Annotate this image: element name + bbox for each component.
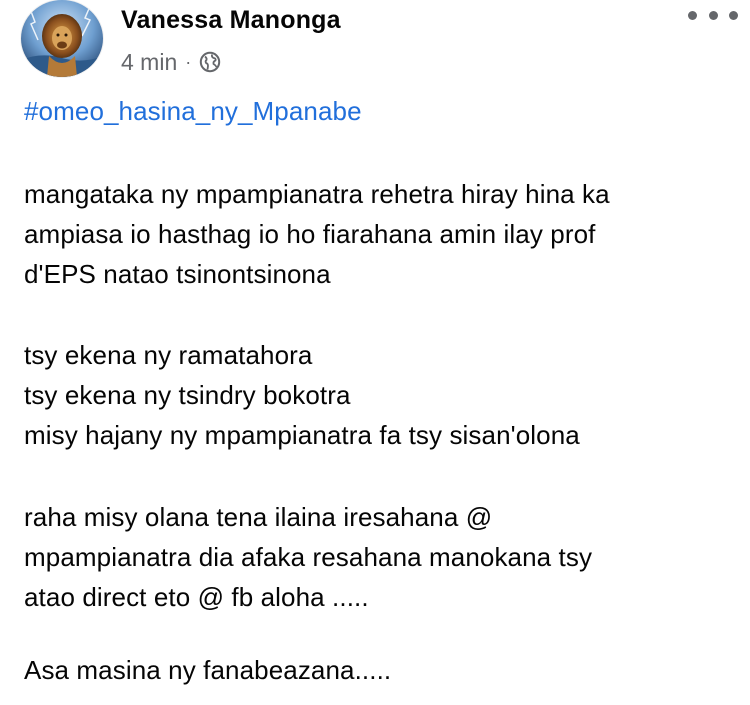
hashtag-link[interactable]: #omeo_hasina_ny_Mpanabe: [24, 96, 362, 127]
post-text-line: tsy ekena ny ramatahora: [24, 340, 313, 370]
post-timestamp[interactable]: 4 min: [121, 49, 177, 76]
more-options-icon[interactable]: [688, 0, 738, 30]
post-text-line: raha misy olana tena ilaina iresahana @: [24, 502, 493, 532]
post-meta: 4 min ·: [121, 47, 221, 77]
author-name[interactable]: Vanessa Manonga: [121, 6, 341, 35]
post-text-line: Asa masina ny fanabeazana.....: [24, 655, 392, 685]
post-paragraph: tsy ekena ny ramatahora tsy ekena ny tsi…: [24, 335, 580, 455]
post-text-line: misy hajany ny mpampianatra fa tsy sisan…: [24, 420, 580, 450]
more-dot: [708, 10, 718, 20]
post-paragraph: raha misy olana tena ilaina iresahana @ …: [24, 497, 592, 617]
more-dot: [688, 10, 697, 20]
lion-avatar-image: [21, 0, 103, 77]
more-dot: [729, 10, 738, 20]
facebook-post: Vanessa Manonga 4 min · #omeo_hasina_ny_…: [0, 0, 750, 705]
post-text-line: d'EPS natao tsinontsinona: [24, 259, 331, 289]
post-text-line: mpampianatra dia afaka resahana manokana…: [24, 542, 593, 572]
post-paragraph: Asa masina ny fanabeazana.....: [24, 650, 391, 690]
globe-icon[interactable]: [199, 51, 221, 73]
author-avatar[interactable]: [21, 0, 103, 77]
meta-separator: ·: [185, 51, 192, 72]
post-text-line: mangataka ny mpampianatra rehetra hiray …: [24, 179, 610, 209]
post-text-line: atao direct eto @ fb aloha .....: [24, 582, 369, 612]
post-paragraph: mangataka ny mpampianatra rehetra hiray …: [24, 174, 610, 294]
post-text-line: tsy ekena ny tsindry bokotra: [24, 380, 351, 410]
post-text-line: ampiasa io hasthag io ho fiarahana amin …: [24, 219, 596, 249]
